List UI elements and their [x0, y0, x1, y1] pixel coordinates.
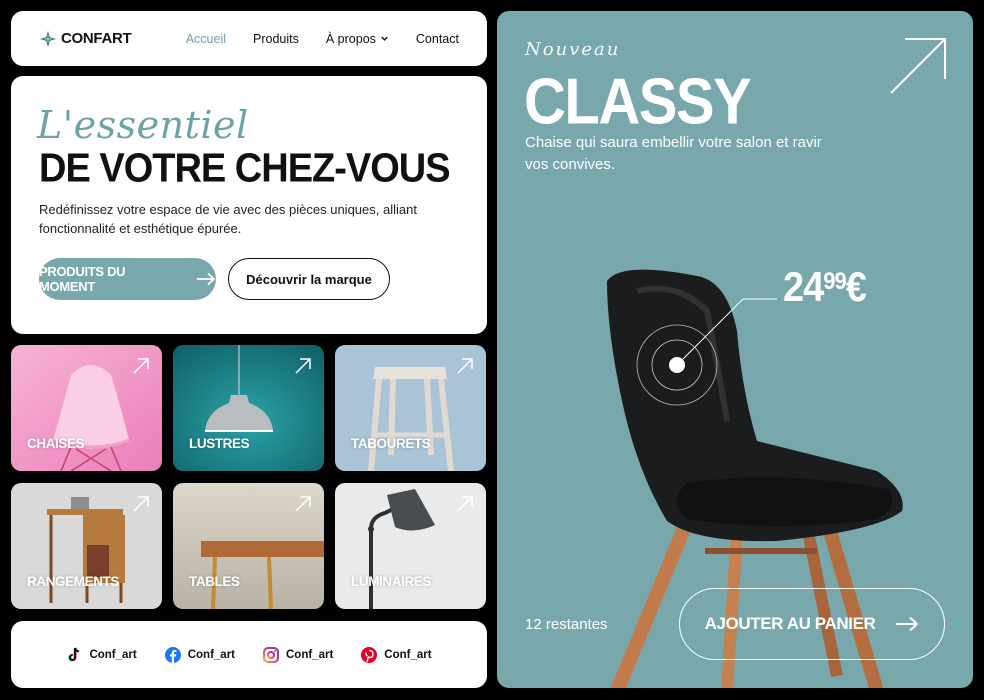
social-link-pinterest[interactable]: Conf_art [361, 646, 432, 663]
category-label: TABOURETS [351, 436, 431, 451]
top-navbar: CONFART Accueil Produits À propos Contac… [11, 11, 487, 66]
discover-brand-button[interactable]: Découvrir la marque [228, 258, 390, 300]
add-to-cart-label: AJOUTER AU PANIER [704, 614, 876, 633]
featured-products-button[interactable]: PRODUITS DU MOMENT [39, 258, 216, 300]
arrow-right-icon [197, 272, 216, 286]
hero-script-title: L'essentiel [37, 103, 249, 147]
arrow-up-right-icon [133, 496, 149, 512]
arrow-up-right-icon [133, 358, 149, 374]
category-tile-chaises[interactable]: CHAISES [11, 345, 162, 471]
category-label: RANGEMENTS [27, 574, 120, 589]
nav-item-produits[interactable]: Produits [253, 32, 299, 46]
product-description: Chaise qui saura embellir votre salon et… [525, 134, 822, 173]
instagram-icon [263, 646, 279, 663]
category-tile-tabourets[interactable]: TABOURETS [335, 345, 486, 471]
hero-title: DE VOTRE CHEZ-VOUS [39, 145, 451, 192]
brand-name: CONFART [61, 30, 132, 47]
category-tile-lustres[interactable]: LUSTRES [173, 345, 324, 471]
arrow-up-right-icon [295, 496, 311, 512]
product-price: 2499€ [783, 264, 867, 312]
nav-item-a-propos[interactable]: À propos [326, 32, 389, 46]
featured-product-panel: Nouveau CLASSY Chaise qui saura embellir… [497, 11, 973, 688]
hero-description: Redéfinissez votre espace de vie avec de… [39, 202, 417, 236]
arrow-up-right-icon [457, 496, 473, 512]
arrow-up-right-icon [295, 358, 311, 374]
social-handle: Conf_art [286, 648, 334, 661]
social-handle: Conf_art [89, 648, 137, 661]
tiktok-icon [68, 647, 80, 661]
social-links-bar: Conf_art Conf_art Conf_art Conf_art [11, 621, 487, 688]
category-label: LUSTRES [189, 436, 250, 451]
arrow-up-right-icon [457, 358, 473, 374]
arrow-up-right-icon[interactable] [889, 37, 947, 95]
price-currency: € [845, 264, 867, 312]
nav-item-a-propos-label: À propos [325, 31, 376, 46]
product-kicker: Nouveau [525, 39, 621, 60]
pinterest-icon [361, 646, 378, 663]
facebook-icon [164, 646, 181, 663]
social-link-facebook[interactable]: Conf_art [164, 646, 235, 663]
nav-item-contact[interactable]: Contact [416, 32, 459, 46]
social-handle: Conf_art [384, 648, 432, 661]
product-name: CLASSY [524, 65, 752, 138]
social-link-instagram[interactable]: Conf_art [263, 646, 334, 663]
price-main: 24 [783, 264, 824, 312]
sparkle-icon [39, 30, 57, 47]
chevron-down-icon [381, 36, 388, 41]
brand-logo[interactable]: CONFART [39, 30, 132, 48]
hero-card: L'essentiel DE VOTRE CHEZ-VOUS Redéfinis… [11, 76, 487, 334]
stock-count: 12 restantes [525, 616, 608, 633]
price-cents: 99 [823, 267, 847, 295]
social-handle: Conf_art [187, 648, 235, 661]
main-menu: Accueil Produits À propos Contact [186, 32, 459, 46]
nav-item-accueil[interactable]: Accueil [186, 32, 226, 46]
category-tile-rangements[interactable]: RANGEMENTS [11, 483, 162, 609]
arrow-right-icon [896, 616, 919, 632]
category-label: TABLES [189, 574, 240, 589]
category-label: CHAISES [27, 436, 85, 451]
featured-products-label: PRODUITS DU MOMENT [39, 264, 126, 294]
add-to-cart-button[interactable]: AJOUTER AU PANIER [679, 588, 945, 660]
category-tile-tables[interactable]: TABLES [173, 483, 324, 609]
social-link-tiktok[interactable]: Conf_art [66, 647, 137, 663]
category-label: LUMINAIRES [351, 574, 431, 589]
category-tile-luminaires[interactable]: LUMINAIRES [335, 483, 486, 609]
